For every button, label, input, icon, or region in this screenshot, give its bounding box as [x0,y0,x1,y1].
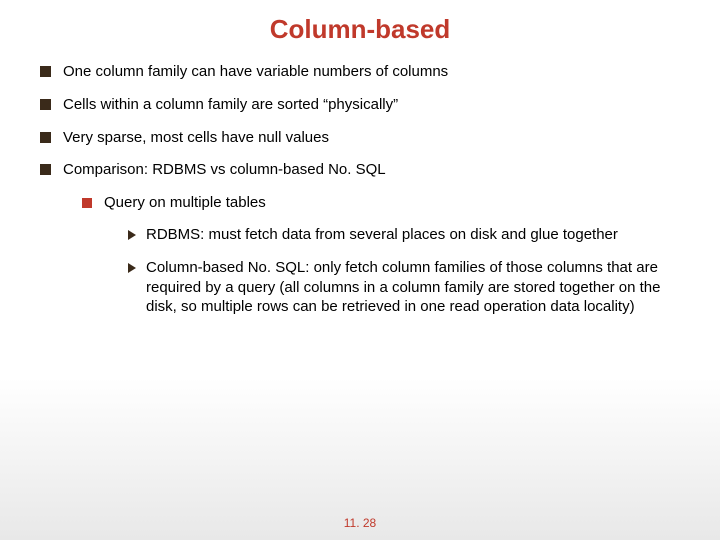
bullet-item: Cells within a column family are sorted … [40,96,690,115]
sub-bullet-item: Query on multiple tables [82,194,690,213]
slide-title: Column-based [0,0,720,63]
sub-sub-bullet-item: RDBMS: must fetch data from several plac… [128,225,690,245]
sub-sub-bullet-item: Column-based No. SQL: only fetch column … [128,258,690,317]
bullet-text: Cells within a column family are sorted … [63,96,398,115]
disc-bullet-icon [82,198,92,208]
bullet-item: Very sparse, most cells have null values [40,129,690,148]
sub-bullet-text: Query on multiple tables [104,194,266,213]
sub-sub-bullet-text: RDBMS: must fetch data from several plac… [146,225,618,245]
slide-number: 11. 28 [0,516,720,530]
slide-content: One column family can have variable numb… [0,63,720,317]
square-bullet-icon [40,99,51,110]
square-bullet-icon [40,66,51,77]
bullet-text: Comparison: RDBMS vs column-based No. SQ… [63,161,386,180]
square-bullet-icon [40,132,51,143]
sub-sub-bullet-text: Column-based No. SQL: only fetch column … [146,258,690,317]
triangle-bullet-icon [128,230,136,240]
square-bullet-icon [40,164,51,175]
bullet-item: Comparison: RDBMS vs column-based No. SQ… [40,161,690,180]
bullet-text: One column family can have variable numb… [63,63,448,82]
bullet-text: Very sparse, most cells have null values [63,129,329,148]
triangle-bullet-icon [128,263,136,273]
bullet-item: One column family can have variable numb… [40,63,690,82]
